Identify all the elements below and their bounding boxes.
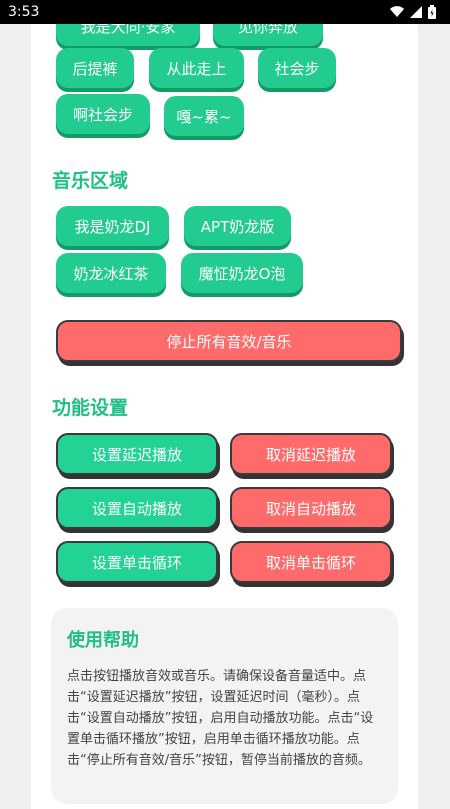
battery-icon <box>428 5 436 19</box>
stop-all-button[interactable]: 停止所有音效/音乐 <box>56 320 402 362</box>
cancel-auto-button[interactable]: 取消自动播放 <box>230 487 392 529</box>
set-delay-button[interactable]: 设置延迟播放 <box>56 433 218 475</box>
set-loop-button[interactable]: 设置单击循环 <box>56 541 218 583</box>
effect-button[interactable]: 社会步 <box>258 48 336 88</box>
music-button[interactable]: 魔怔奶龙O泡 <box>181 253 303 293</box>
cancel-delay-button[interactable]: 取消延迟播放 <box>230 433 392 475</box>
status-icons <box>390 5 436 19</box>
settings-section-title: 功能设置 <box>52 397 129 419</box>
effect-button[interactable]: 后提裤 <box>56 48 134 88</box>
effect-button[interactable]: 我是大同·安家 <box>56 24 200 46</box>
music-button[interactable]: 我是奶龙DJ <box>56 206 169 246</box>
effect-button[interactable]: 嘎~累~ <box>164 96 244 136</box>
status-bar: 3:53 <box>0 0 450 24</box>
signal-icon <box>410 6 422 18</box>
help-box: 使用帮助 点击按钮播放音效或音乐。请确保设备音量适中。点击“设置延迟播放”按钮，… <box>51 608 398 804</box>
main-card: 我是大同·安家 见你奔放 后提裤 从此走上 社会步 啊社会步 嘎~累~ 音乐区域… <box>31 24 418 809</box>
set-auto-button[interactable]: 设置自动播放 <box>56 487 218 529</box>
help-title: 使用帮助 <box>67 630 139 651</box>
effect-button[interactable]: 啊社会步 <box>56 94 150 134</box>
status-time: 3:53 <box>8 4 40 20</box>
effect-button[interactable]: 见你奔放 <box>213 24 323 46</box>
music-button[interactable]: APT奶龙版 <box>184 206 291 246</box>
music-section-title: 音乐区域 <box>52 170 129 192</box>
effect-button[interactable]: 从此走上 <box>149 48 244 88</box>
music-button[interactable]: 奶龙冰红茶 <box>56 253 166 293</box>
help-text: 点击按钮播放音效或音乐。请确保设备音量适中。点击“设置延迟播放”按钮，设置延迟时… <box>67 669 374 768</box>
cancel-loop-button[interactable]: 取消单击循环 <box>230 541 392 583</box>
wifi-icon <box>390 6 404 18</box>
